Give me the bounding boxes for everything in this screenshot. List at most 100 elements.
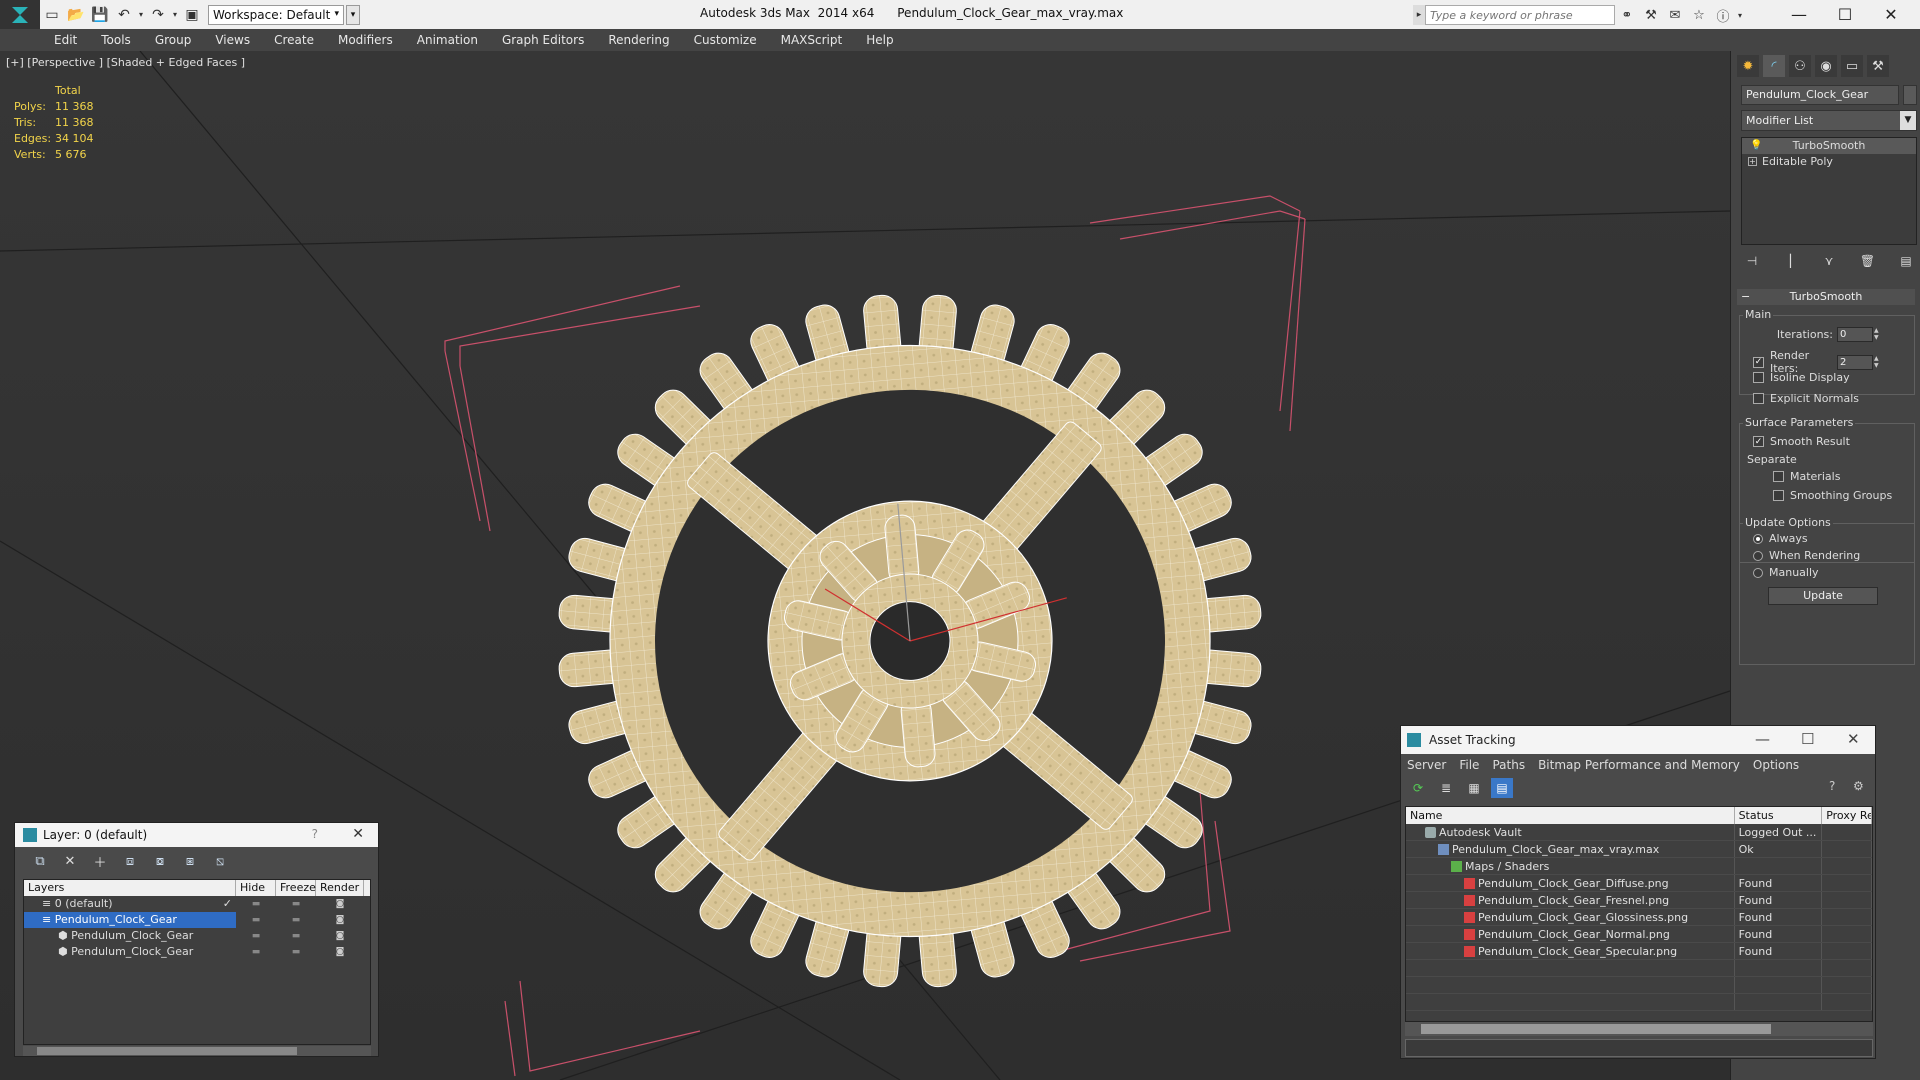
- search-input[interactable]: [1425, 5, 1615, 25]
- configure-sets-icon[interactable]: ▤: [1895, 251, 1917, 271]
- update-always-option[interactable]: Always: [1753, 532, 1808, 545]
- workspace-dropdown-button[interactable]: ▾: [346, 4, 360, 25]
- stack-item-turbosmooth[interactable]: 💡 TurboSmooth: [1742, 138, 1916, 154]
- minimize-button[interactable]: —: [1776, 0, 1822, 29]
- iterations-spinner[interactable]: 0: [1837, 327, 1873, 342]
- render-toggle-icon[interactable]: ◙: [316, 944, 364, 960]
- menu-modifiers[interactable]: Modifiers: [338, 33, 393, 47]
- spinner-arrows-icon[interactable]: ▲ ▼: [1874, 327, 1882, 342]
- asset-menu-bitmap-performance[interactable]: Bitmap Performance and Memory: [1538, 758, 1740, 772]
- pendulum-clock-gear-model[interactable]: [529, 265, 1292, 1016]
- asset-row[interactable]: Pendulum_Clock_Gear_Diffuse.png Found: [1406, 875, 1872, 892]
- search-expand-icon[interactable]: ▸: [1413, 5, 1425, 25]
- show-end-result-icon[interactable]: ⎮: [1780, 251, 1802, 271]
- col-freeze[interactable]: Freeze: [276, 880, 316, 896]
- layer-horizontal-scrollbar[interactable]: [23, 1046, 371, 1056]
- workspace-select[interactable]: Workspace: Default ▾: [208, 4, 344, 25]
- asset-row[interactable]: Autodesk Vault Logged Out ...: [1406, 824, 1872, 841]
- asset-row[interactable]: Pendulum_Clock_Gear_Fresnel.png Found: [1406, 892, 1872, 909]
- smooth-result-checkbox[interactable]: ✓: [1753, 436, 1764, 447]
- update-when-rendering-option[interactable]: When Rendering: [1753, 549, 1860, 562]
- utilities-tab-icon[interactable]: ⚒: [1867, 55, 1889, 77]
- layer-row[interactable]: ⬢ Pendulum_Clock_Gear ▬ ▬ ◙: [24, 944, 370, 960]
- connect-help-icon[interactable]: ⚙: [1853, 779, 1864, 793]
- menu-edit[interactable]: Edit: [54, 33, 77, 47]
- freeze-all-icon[interactable]: ⧅: [209, 851, 231, 871]
- menu-animation[interactable]: Animation: [417, 33, 478, 47]
- undo-dropdown-icon[interactable]: ▾: [136, 4, 146, 26]
- asset-row[interactable]: Pendulum_Clock_Gear_Specular.png Found: [1406, 943, 1872, 960]
- asset-row[interactable]: Pendulum_Clock_Gear_Glossiness.png Found: [1406, 909, 1872, 926]
- remove-modifier-icon[interactable]: 🗑: [1857, 251, 1879, 271]
- close-window-button[interactable]: ✕: [1868, 0, 1914, 29]
- hide-all-icon[interactable]: ⧆: [179, 851, 201, 871]
- turbosmooth-rollout-header[interactable]: − TurboSmooth: [1737, 289, 1915, 305]
- col-name[interactable]: Name: [1406, 807, 1735, 824]
- favorites-star-icon[interactable]: ☆: [1687, 5, 1711, 25]
- asset-row[interactable]: Pendulum_Clock_Gear_Normal.png Found: [1406, 926, 1872, 943]
- col-status[interactable]: Status: [1735, 807, 1823, 824]
- freeze-toggle[interactable]: ▬: [276, 912, 316, 928]
- explicit-normals-option[interactable]: Explicit Normals: [1753, 392, 1859, 405]
- manually-radio[interactable]: [1753, 567, 1763, 578]
- object-color-swatch[interactable]: [1903, 85, 1917, 105]
- menu-maxscript[interactable]: MAXScript: [781, 33, 843, 47]
- render-toggle-icon[interactable]: ◙: [316, 896, 364, 912]
- hide-toggle[interactable]: ▬: [236, 944, 276, 960]
- render-toggle-icon[interactable]: ◙: [316, 928, 364, 944]
- modify-tab-icon[interactable]: ◜: [1763, 55, 1785, 77]
- col-render[interactable]: Render: [316, 880, 364, 896]
- menu-customize[interactable]: Customize: [694, 33, 757, 47]
- table-view-icon[interactable]: ▤: [1491, 778, 1513, 798]
- pin-stack-icon[interactable]: ⊣: [1741, 251, 1763, 271]
- help-button[interactable]: ?: [312, 827, 318, 841]
- menu-help[interactable]: Help: [866, 33, 893, 47]
- menu-graph-editors[interactable]: Graph Editors: [502, 33, 584, 47]
- asset-row[interactable]: Maps / Shaders: [1406, 858, 1872, 875]
- render-iters-spinner[interactable]: 2: [1837, 354, 1873, 370]
- create-layer-icon[interactable]: ⧉: [29, 851, 51, 871]
- col-proxy-resolution[interactable]: Proxy Re: [1822, 807, 1872, 824]
- help-dropdown-icon[interactable]: ▾: [1735, 5, 1745, 25]
- menu-tools[interactable]: Tools: [101, 33, 131, 47]
- menu-create[interactable]: Create: [274, 33, 314, 47]
- isoline-checkbox[interactable]: [1753, 372, 1764, 383]
- col-hide[interactable]: Hide: [236, 880, 276, 896]
- when-rendering-radio[interactable]: [1753, 550, 1763, 561]
- open-file-icon[interactable]: 📂: [64, 4, 88, 26]
- active-layer-check-icon[interactable]: ✓: [223, 896, 232, 912]
- object-name-field[interactable]: Pendulum_Clock_Gear: [1741, 85, 1899, 105]
- freeze-toggle[interactable]: ▬: [276, 928, 316, 944]
- lightbulb-icon[interactable]: 💡: [1750, 138, 1762, 154]
- isoline-display-option[interactable]: Isoline Display: [1753, 371, 1850, 384]
- maximize-button[interactable]: ☐: [1822, 0, 1868, 29]
- explicit-normals-checkbox[interactable]: [1753, 393, 1764, 404]
- update-button[interactable]: Update: [1768, 587, 1878, 605]
- layer-dialog-titlebar[interactable]: Layer: 0 (default) ? ✕: [15, 823, 378, 847]
- select-objects-icon[interactable]: ⧈: [119, 851, 141, 871]
- delete-layer-icon[interactable]: ✕: [59, 851, 81, 871]
- communication-icon[interactable]: ✉: [1663, 5, 1687, 25]
- undo-icon[interactable]: ↶: [112, 4, 136, 26]
- make-unique-icon[interactable]: ⋎: [1818, 251, 1840, 271]
- viewport-label[interactable]: [+] [Perspective ] [Shaded + Edged Faces…: [6, 56, 245, 69]
- spinner-arrows-icon[interactable]: ▲ ▼: [1874, 355, 1882, 370]
- app-logo-icon[interactable]: [0, 0, 40, 29]
- hierarchy-tab-icon[interactable]: ⚇: [1789, 55, 1811, 77]
- asset-row[interactable]: Pendulum_Clock_Gear_max_vray.max Ok: [1406, 841, 1872, 858]
- new-file-icon[interactable]: ▭: [40, 4, 64, 26]
- materials-option[interactable]: Materials: [1773, 470, 1840, 483]
- highlight-layer-icon[interactable]: ⧇: [149, 851, 171, 871]
- binoculars-icon[interactable]: ⚭: [1615, 5, 1639, 25]
- asset-menu-options[interactable]: Options: [1753, 758, 1799, 772]
- modifier-list-dropdown[interactable]: Modifier List ▼: [1741, 110, 1917, 131]
- create-tab-icon[interactable]: ✹: [1737, 55, 1759, 77]
- menu-rendering[interactable]: Rendering: [608, 33, 669, 47]
- freeze-toggle[interactable]: ▬: [276, 944, 316, 960]
- update-manually-option[interactable]: Manually: [1753, 566, 1819, 579]
- hide-toggle[interactable]: ▬: [236, 896, 276, 912]
- maximize-icon[interactable]: ☐: [1801, 730, 1814, 748]
- project-folder-icon[interactable]: ▣: [180, 4, 204, 26]
- close-icon[interactable]: ✕: [352, 826, 364, 842]
- layer-row-selected[interactable]: ≡ Pendulum_Clock_Gear ▬ ▬ ◙: [24, 912, 370, 928]
